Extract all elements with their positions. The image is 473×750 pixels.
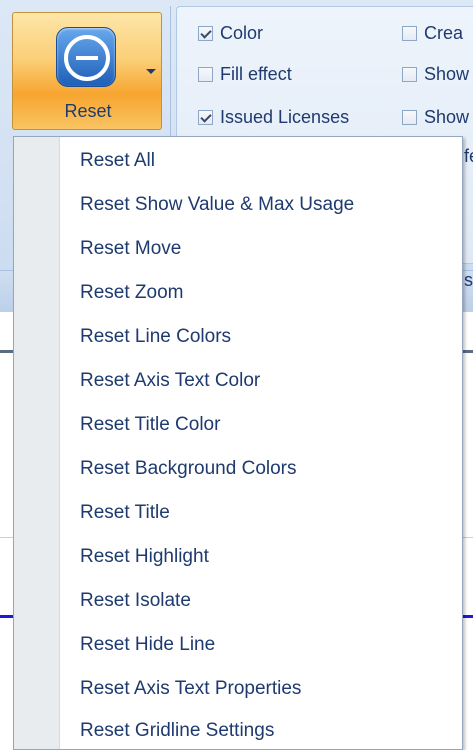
menu-icon-gutter xyxy=(14,137,60,749)
reset-button-label: Reset xyxy=(64,101,112,121)
menu-item-reset-hide-line[interactable]: Reset Hide Line xyxy=(70,625,460,665)
checkbox-box[interactable] xyxy=(402,66,417,82)
clipped-label: fe xyxy=(464,146,473,166)
checkbox-issued-licenses[interactable]: Issued Licenses xyxy=(198,104,349,130)
checkbox-label: Crea xyxy=(424,22,464,43)
checkbox-box[interactable] xyxy=(198,109,213,125)
menu-item-reset-zoom[interactable]: Reset Zoom xyxy=(70,273,460,313)
caret-down-icon[interactable] xyxy=(146,69,156,74)
menu-item-reset-background-colors[interactable]: Reset Background Colors xyxy=(70,449,460,489)
reset-split-button[interactable]: Reset xyxy=(12,12,162,130)
checkbox-label: Show xyxy=(424,63,470,84)
ribbon-group-separator xyxy=(170,6,171,146)
checkbox-box[interactable] xyxy=(198,66,213,82)
checkbox-fill-effect[interactable]: Fill effect xyxy=(198,61,292,87)
reset-dropdown-menu: Reset All Reset Show Value & Max Usage R… xyxy=(13,136,463,750)
clipped-label: s xyxy=(464,270,473,290)
checkbox-show[interactable]: Show xyxy=(402,104,469,130)
checkbox-box[interactable] xyxy=(198,25,213,41)
checkbox-color[interactable]: Color xyxy=(198,20,263,46)
menu-item-reset-highlight[interactable]: Reset Highlight xyxy=(70,537,460,577)
chart-series-line xyxy=(462,615,473,618)
menu-item-reset-axis-text-color[interactable]: Reset Axis Text Color xyxy=(70,361,460,401)
chart-series-line xyxy=(0,615,14,618)
menu-item-reset-all[interactable]: Reset All xyxy=(70,141,460,181)
checkbox-label: Show xyxy=(424,106,470,127)
menu-item-reset-title[interactable]: Reset Title xyxy=(70,493,460,533)
menu-item-reset-title-color[interactable]: Reset Title Color xyxy=(70,405,460,445)
menu-item-reset-axis-text-properties[interactable]: Reset Axis Text Properties xyxy=(70,669,460,709)
checkbox-create[interactable]: Crea xyxy=(402,20,463,46)
checkbox-label: Color xyxy=(220,22,264,43)
checkbox-box[interactable] xyxy=(402,25,417,41)
checkbox-show[interactable]: Show xyxy=(402,61,469,87)
menu-item-reset-line-colors[interactable]: Reset Line Colors xyxy=(70,317,460,357)
menu-item-reset-move[interactable]: Reset Move xyxy=(70,229,460,269)
checkbox-box[interactable] xyxy=(402,109,417,125)
menu-item-reset-gridline-settings[interactable]: Reset Gridline Settings xyxy=(70,711,460,750)
minus-circle-icon xyxy=(56,27,116,87)
menu-item-reset-show-value-max-usage[interactable]: Reset Show Value & Max Usage xyxy=(70,185,460,225)
checkbox-label: Fill effect xyxy=(220,63,292,84)
menu-item-reset-isolate[interactable]: Reset Isolate xyxy=(70,581,460,621)
checkbox-label: Issued Licenses xyxy=(220,106,350,127)
